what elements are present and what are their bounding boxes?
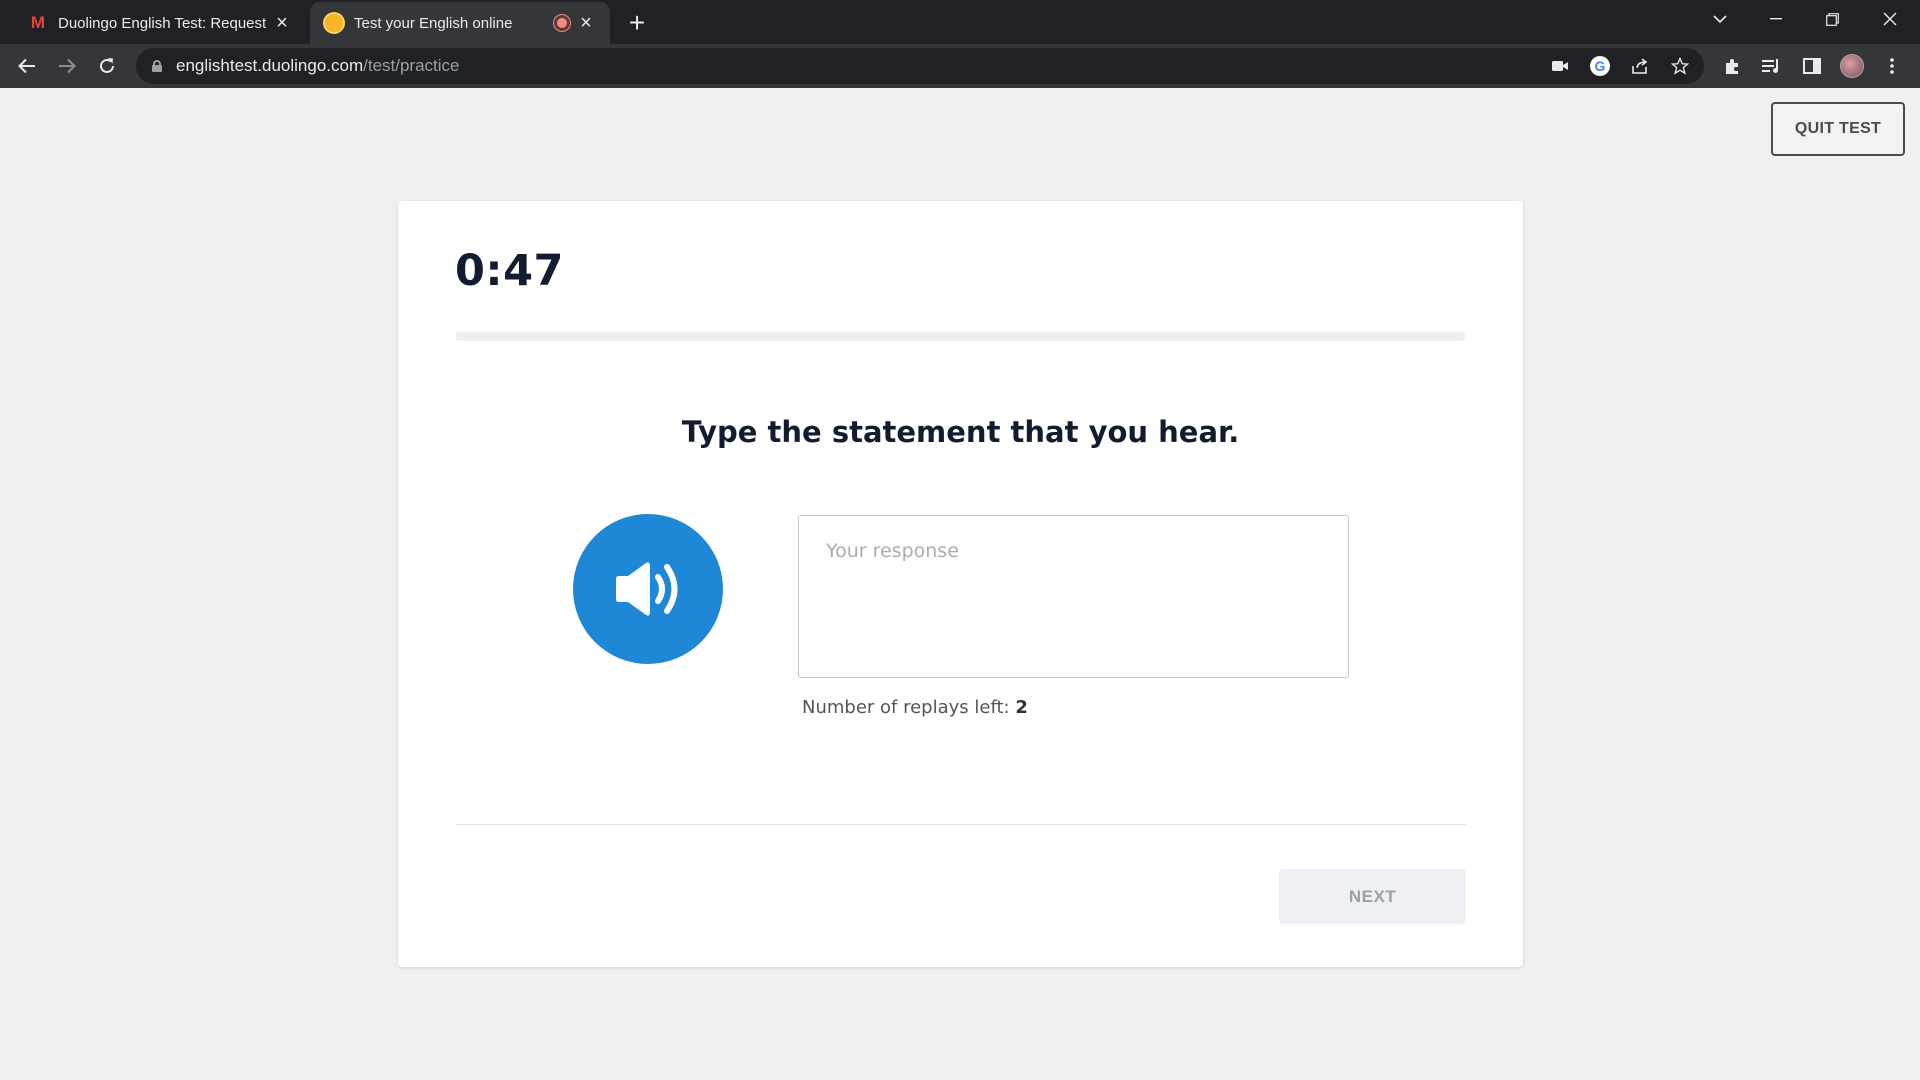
browser-toolbar: englishtest.duolingo.com/test/practice G bbox=[0, 44, 1920, 88]
address-bar[interactable]: englishtest.duolingo.com/test/practice G bbox=[136, 48, 1704, 84]
camera-icon[interactable] bbox=[1546, 54, 1574, 78]
replays-count: 2 bbox=[1015, 697, 1028, 718]
restore-button[interactable] bbox=[1804, 0, 1860, 38]
tab-search-chevron-icon[interactable] bbox=[1692, 0, 1748, 38]
question-card: 0:47 Type the statement that you hear. N… bbox=[398, 201, 1523, 967]
replays-left: Number of replays left: 2 bbox=[802, 697, 1028, 718]
divider bbox=[455, 824, 1466, 825]
new-tab-button[interactable]: + bbox=[622, 7, 652, 38]
response-input[interactable] bbox=[798, 515, 1349, 678]
timer: 0:47 bbox=[455, 246, 564, 296]
gmail-icon: M bbox=[30, 13, 46, 32]
lock-icon[interactable] bbox=[152, 60, 162, 72]
extensions-icon[interactable] bbox=[1717, 52, 1747, 80]
close-window-button[interactable] bbox=[1862, 0, 1918, 38]
progress-bar bbox=[455, 332, 1466, 341]
google-icon[interactable]: G bbox=[1586, 54, 1614, 78]
next-button[interactable]: NEXT bbox=[1279, 869, 1466, 924]
close-tab-icon[interactable]: × bbox=[576, 12, 596, 34]
replays-label: Number of replays left: bbox=[802, 697, 1010, 718]
tab-gmail[interactable]: M Duolingo English Test: Request O × bbox=[14, 2, 306, 44]
share-icon[interactable] bbox=[1626, 54, 1654, 78]
minimize-button[interactable] bbox=[1748, 0, 1804, 38]
question-prompt: Type the statement that you hear. bbox=[681, 415, 1240, 449]
media-control-icon[interactable] bbox=[1757, 52, 1787, 80]
forward-button[interactable] bbox=[51, 50, 83, 82]
play-audio-button[interactable] bbox=[573, 514, 723, 664]
close-tab-icon[interactable]: × bbox=[272, 12, 292, 34]
back-button[interactable] bbox=[11, 50, 43, 82]
page-content: QUIT TEST 0:47 Type the statement that y… bbox=[0, 88, 1920, 1080]
tab-title: Test your English online bbox=[354, 14, 513, 32]
quit-test-button[interactable]: QUIT TEST bbox=[1771, 102, 1905, 156]
menu-icon[interactable] bbox=[1877, 52, 1907, 80]
star-icon[interactable] bbox=[1666, 54, 1694, 78]
speaker-icon bbox=[616, 562, 678, 616]
side-panel-icon[interactable] bbox=[1797, 52, 1827, 80]
browser-tabstrip: M Duolingo English Test: Request O × Tes… bbox=[0, 0, 1920, 44]
profile-avatar[interactable] bbox=[1837, 52, 1867, 80]
url-path: /test/practice bbox=[363, 56, 460, 75]
tab-duolingo[interactable]: Test your English online × bbox=[310, 2, 610, 44]
duolingo-sun-icon bbox=[324, 13, 344, 33]
reload-button[interactable] bbox=[91, 50, 123, 82]
recording-indicator-icon bbox=[554, 15, 570, 31]
url-host: englishtest.duolingo.com bbox=[176, 56, 364, 75]
tab-title: Duolingo English Test: Request O bbox=[58, 14, 266, 32]
